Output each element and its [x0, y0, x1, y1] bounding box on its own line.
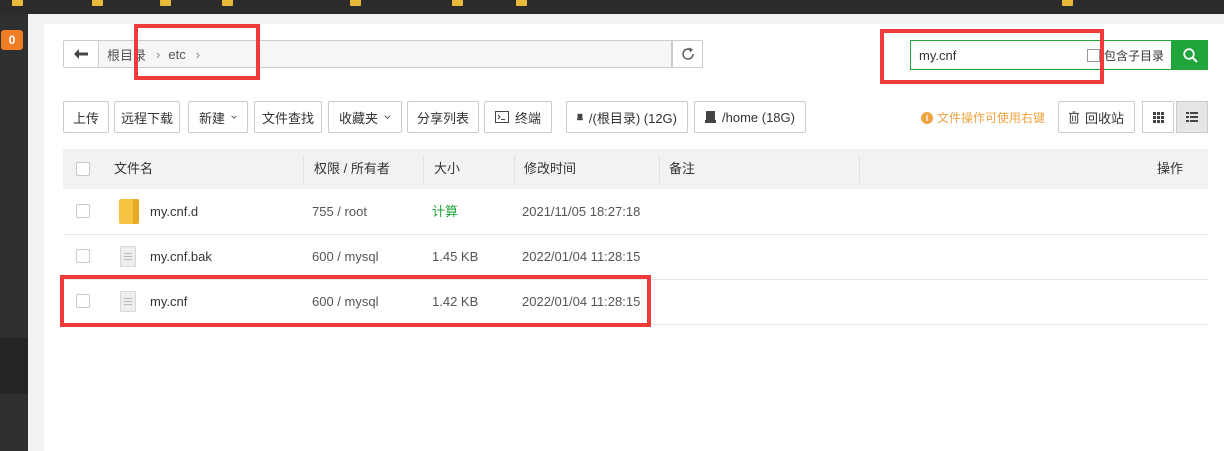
- header-size[interactable]: 大小: [434, 149, 460, 189]
- file-name[interactable]: my.cnf.d: [150, 189, 198, 234]
- column-divider: [859, 155, 860, 183]
- upload-button[interactable]: 上传: [63, 101, 109, 133]
- left-sidebar: 0: [0, 14, 28, 451]
- header-name[interactable]: 文件名: [114, 149, 153, 189]
- bookmark-folder-icon[interactable]: [1062, 0, 1073, 7]
- bookmark-folder-icon[interactable]: [516, 0, 527, 7]
- chevron-down-icon: [231, 115, 237, 119]
- bookmark-folder-icon[interactable]: [222, 0, 233, 7]
- remote-download-label: 远程下载: [121, 110, 174, 126]
- bookmark-folder-icon[interactable]: [452, 0, 463, 7]
- file-search-label: 文件查找: [262, 110, 315, 126]
- folder-icon: [119, 199, 139, 224]
- header-modified[interactable]: 修改时间: [524, 149, 576, 189]
- file-size: 1.45 KB: [432, 249, 479, 264]
- header-remark: 备注: [669, 161, 696, 176]
- hard-drive-icon: [577, 113, 583, 121]
- refresh-icon: [681, 47, 694, 60]
- column-divider: [303, 155, 304, 183]
- path-bar[interactable]: 根目录 › etc ›: [98, 40, 672, 68]
- breadcrumb-item-root[interactable]: 根目录 ›: [107, 45, 168, 64]
- bookmark-folder-icon[interactable]: [92, 0, 103, 7]
- file-icon: [120, 246, 136, 267]
- header-actions: 操作: [1157, 161, 1184, 176]
- file-search-button[interactable]: 文件查找: [254, 101, 322, 133]
- hard-drive-icon: [705, 111, 716, 123]
- breadcrumb-label: 根目录: [107, 47, 147, 63]
- modified-time: 2022/01/04 11:28:15: [522, 249, 641, 264]
- table-row[interactable]: my.cnf.bak 600 / mysql 1.45 KB 2022/01/0…: [63, 234, 1208, 280]
- calculate-size-link[interactable]: 计算: [432, 189, 458, 234]
- file-icon: [120, 291, 136, 312]
- terminal-icon: [495, 111, 509, 123]
- breadcrumb-label: etc: [168, 46, 186, 62]
- column-divider: [659, 155, 660, 183]
- permission-owner[interactable]: 600 / mysql: [312, 279, 378, 324]
- disk-home-label: /home (18G): [722, 109, 795, 125]
- modified-time: 2021/11/05 18:27:18: [522, 204, 641, 219]
- terminal-label: 终端: [514, 110, 541, 126]
- header-permission[interactable]: 权限 / 所有者: [314, 149, 390, 189]
- grid-view-button[interactable]: [1142, 101, 1174, 133]
- recycle-bin-button[interactable]: 回收站: [1058, 101, 1135, 133]
- arrow-left-icon: [74, 49, 88, 59]
- chevron-down-icon: [384, 115, 391, 120]
- disk-home-button[interactable]: /home (18G): [694, 101, 806, 133]
- disk-root-label: /(根目录) (12G): [588, 110, 677, 126]
- file-manager-panel: 根目录 › etc › 包含子目录 上传 远程下载 新建 文件查找 收藏夹 分享…: [44, 24, 1224, 451]
- column-divider: [423, 155, 424, 183]
- checkbox[interactable]: [1087, 48, 1100, 62]
- search-icon: [1182, 47, 1198, 63]
- include-subdir-checkbox[interactable]: 包含子目录: [1087, 41, 1164, 69]
- search-button[interactable]: [1172, 40, 1208, 70]
- tip-text: 文件操作可使用右键: [937, 111, 1046, 125]
- favorites-dropdown-button[interactable]: 收藏夹: [328, 101, 402, 133]
- sidebar-active-band: [0, 338, 28, 394]
- modified-time: 2022/01/04 11:28:15: [522, 294, 641, 309]
- list-view-button[interactable]: [1176, 101, 1208, 133]
- notification-badge[interactable]: 0: [1, 30, 23, 50]
- favorites-label: 收藏夹: [339, 110, 379, 126]
- file-name[interactable]: my.cnf.bak: [150, 234, 212, 279]
- bookmark-folder-icon[interactable]: [350, 0, 361, 7]
- share-list-label: 分享列表: [417, 110, 470, 126]
- select-all-checkbox[interactable]: [76, 162, 90, 176]
- grid-icon: [1152, 111, 1164, 123]
- disk-root-button[interactable]: /(根目录) (12G): [566, 101, 688, 133]
- bookmark-folder-icon[interactable]: [12, 0, 23, 7]
- column-divider: [514, 155, 515, 183]
- info-icon: i: [921, 111, 933, 124]
- new-label: 新建: [199, 110, 226, 126]
- chevron-right-icon: ›: [195, 46, 201, 62]
- table-row[interactable]: my.cnf.d 755 / root 计算 2021/11/05 18:27:…: [63, 189, 1208, 235]
- back-button[interactable]: [63, 40, 99, 68]
- file-name[interactable]: my.cnf: [150, 279, 187, 324]
- refresh-button[interactable]: [672, 40, 703, 68]
- row-checkbox[interactable]: [76, 204, 90, 218]
- table-row[interactable]: my.cnf 600 / mysql 1.42 KB 2022/01/04 11…: [63, 279, 1208, 325]
- table-header: 文件名 权限 / 所有者 大小 修改时间 备注 操作: [63, 149, 1208, 189]
- chevron-right-icon: ›: [156, 46, 161, 62]
- list-icon: [1186, 112, 1198, 122]
- permission-owner[interactable]: 755 / root: [312, 189, 367, 234]
- recycle-bin-label: 回收站: [1084, 110, 1124, 126]
- breadcrumb-item-etc[interactable]: etc ›: [168, 47, 208, 62]
- file-size: 1.42 KB: [432, 294, 479, 309]
- right-click-tip: i 文件操作可使用右键: [921, 109, 1045, 126]
- search-input[interactable]: [911, 41, 1102, 69]
- terminal-button[interactable]: 终端: [484, 101, 552, 133]
- search-box: 包含子目录: [910, 40, 1172, 70]
- permission-owner[interactable]: 600 / mysql: [312, 234, 378, 279]
- new-dropdown-button[interactable]: 新建: [188, 101, 248, 133]
- include-subdir-label: 包含子目录: [1104, 48, 1165, 63]
- bookmark-bar: [0, 0, 1224, 14]
- row-checkbox[interactable]: [76, 294, 90, 308]
- row-checkbox[interactable]: [76, 249, 90, 263]
- trash-icon: [1069, 111, 1079, 123]
- share-list-button[interactable]: 分享列表: [407, 101, 479, 133]
- remote-download-button[interactable]: 远程下载: [114, 101, 180, 133]
- bookmark-folder-icon[interactable]: [160, 0, 171, 7]
- upload-label: 上传: [73, 110, 100, 126]
